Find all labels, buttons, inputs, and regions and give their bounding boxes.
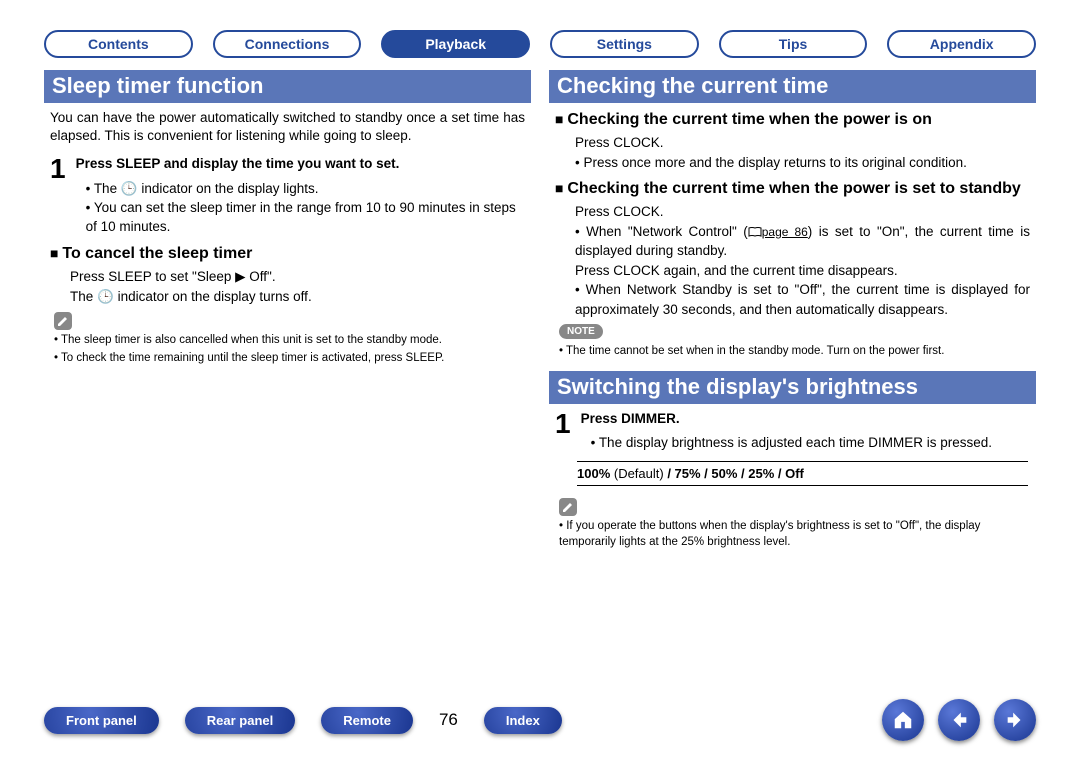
tab-settings[interactable]: Settings xyxy=(550,30,699,58)
tab-connections[interactable]: Connections xyxy=(213,30,362,58)
page: Contents Connections Playback Settings T… xyxy=(0,0,1080,761)
arrow-left-icon xyxy=(948,709,970,731)
home-button[interactable] xyxy=(882,699,924,741)
left-column: Sleep timer function You can have the po… xyxy=(44,70,531,553)
sleep-note-1: The sleep timer is also cancelled when t… xyxy=(54,332,525,348)
check-time-on-l1: Press CLOCK. xyxy=(575,133,1030,153)
step-heading: Press DIMMER. xyxy=(581,410,1030,429)
back-button[interactable] xyxy=(938,699,980,741)
forward-button[interactable] xyxy=(994,699,1036,741)
cancel-line-2: The 🕒 indicator on the display turns off… xyxy=(70,287,525,307)
cancel-sleep-heading: To cancel the sleep timer xyxy=(50,245,525,263)
tab-contents[interactable]: Contents xyxy=(44,30,193,58)
rear-panel-button[interactable]: Rear panel xyxy=(185,707,295,734)
check-time-on-heading: Checking the current time when the power… xyxy=(555,111,1030,129)
check-standby-l3: Press CLOCK again, and the current time … xyxy=(575,261,1030,281)
sleep-step-1: 1 Press SLEEP and display the time you w… xyxy=(50,155,525,237)
standby-note: The time cannot be set when in the stand… xyxy=(559,343,1030,359)
step-bullet: The display brightness is adjusted each … xyxy=(591,434,1030,453)
check-time-standby-heading: Checking the current time when the power… xyxy=(555,180,1030,198)
page-link-86[interactable]: page 86 xyxy=(748,225,808,239)
bottom-bar: Front panel Rear panel Remote 76 Index xyxy=(44,699,1036,741)
home-icon xyxy=(892,709,914,731)
index-button[interactable]: Index xyxy=(484,707,562,734)
step-heading: Press SLEEP and display the time you wan… xyxy=(76,155,525,174)
remote-button[interactable]: Remote xyxy=(321,707,413,734)
check-standby-l4: • When Network Standby is set to "Off", … xyxy=(575,280,1030,319)
front-panel-button[interactable]: Front panel xyxy=(44,707,159,734)
check-standby-l1: Press CLOCK. xyxy=(575,202,1030,222)
tab-appendix[interactable]: Appendix xyxy=(887,30,1036,58)
step-number: 1 xyxy=(555,410,571,454)
top-tabs: Contents Connections Playback Settings T… xyxy=(44,30,1036,58)
pencil-icon xyxy=(54,312,72,330)
section-sleep-timer: Sleep timer function xyxy=(44,70,531,103)
check-time-on-l2: • Press once more and the display return… xyxy=(575,153,1030,173)
section-brightness: Switching the display's brightness xyxy=(549,371,1036,404)
brightness-levels: 100% (Default) / 75% / 50% / 25% / Off xyxy=(577,461,1028,486)
section-checking-time: Checking the current time xyxy=(549,70,1036,103)
pencil-icon xyxy=(559,498,577,516)
right-column: Checking the current time Checking the c… xyxy=(549,70,1036,553)
step-number: 1 xyxy=(50,155,66,237)
sleep-intro: You can have the power automatically swi… xyxy=(50,109,525,145)
step-bullet: The 🕒 indicator on the display lights. xyxy=(86,180,525,199)
dimmer-step-1: 1 Press DIMMER. The display brightness i… xyxy=(555,410,1030,454)
dimmer-note: If you operate the buttons when the disp… xyxy=(559,518,1030,550)
arrow-right-icon xyxy=(1004,709,1026,731)
cancel-line-1: Press SLEEP to set "Sleep ▶ Off". xyxy=(70,267,525,287)
page-number: 76 xyxy=(439,710,458,730)
note-badge: NOTE xyxy=(559,324,603,339)
tab-playback[interactable]: Playback xyxy=(381,30,530,58)
check-standby-l2: • When "Network Control" (page 86) is se… xyxy=(575,222,1030,261)
tab-tips[interactable]: Tips xyxy=(719,30,868,58)
sleep-note-2: To check the time remaining until the sl… xyxy=(54,350,525,366)
step-bullet: You can set the sleep timer in the range… xyxy=(86,199,525,237)
